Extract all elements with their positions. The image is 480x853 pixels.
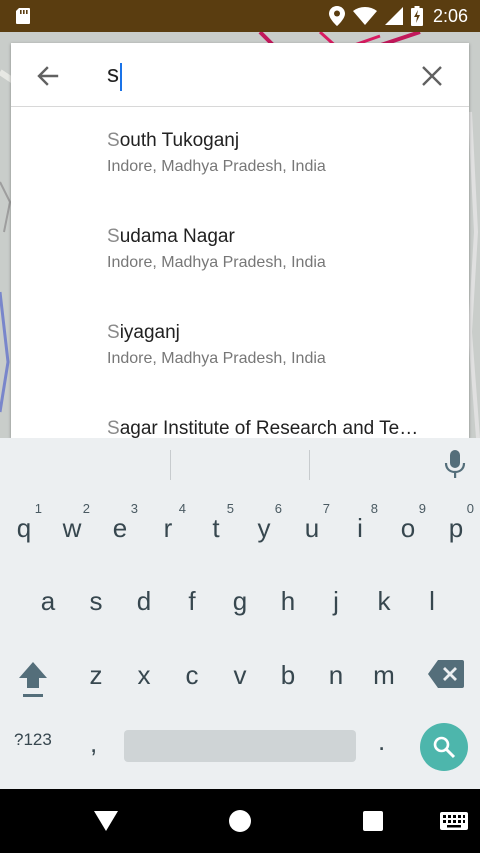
search-input[interactable] xyxy=(107,55,407,95)
key-j[interactable]: j xyxy=(312,571,360,631)
results-list: South Tukoganj Indore, Madhya Pradesh, I… xyxy=(11,108,469,438)
nav-recents-icon[interactable] xyxy=(363,811,383,831)
key-i[interactable]: i8 xyxy=(336,498,384,558)
result-title: South Tukoganj xyxy=(107,130,240,151)
search-action-button[interactable] xyxy=(420,723,468,771)
search-panel: South Tukoganj Indore, Madhya Pradesh, I… xyxy=(11,43,469,438)
key-w[interactable]: w2 xyxy=(48,498,96,558)
key-b[interactable]: b xyxy=(264,645,312,705)
result-title: Siyaganj xyxy=(107,322,180,343)
nav-home-icon[interactable] xyxy=(229,810,251,832)
location-icon xyxy=(328,6,345,26)
key-m[interactable]: m xyxy=(360,645,408,705)
key-z[interactable]: z xyxy=(72,645,120,705)
key-h[interactable]: h xyxy=(264,571,312,631)
keyboard-switch-icon[interactable] xyxy=(440,812,468,830)
key-l[interactable]: l xyxy=(408,571,456,631)
keyboard-row-2: a s d f g h j k l xyxy=(0,571,480,631)
result-title: Sudama Nagar xyxy=(107,226,235,247)
suggestion-divider xyxy=(170,450,171,480)
sd-card-icon xyxy=(16,8,30,24)
battery-charging-icon xyxy=(410,6,423,26)
key-n[interactable]: n xyxy=(312,645,360,705)
navigation-bar xyxy=(0,789,480,853)
key-o[interactable]: o9 xyxy=(384,498,432,558)
space-bar[interactable] xyxy=(124,730,356,762)
period-key[interactable]: . xyxy=(378,726,385,757)
comma-key[interactable]: , xyxy=(90,728,97,759)
result-item[interactable]: South Tukoganj Indore, Madhya Pradesh, I… xyxy=(11,108,469,204)
result-item[interactable]: Sagar Institute of Research and Te… xyxy=(11,396,469,438)
key-u[interactable]: u7 xyxy=(288,498,336,558)
result-subtitle: Indore, Madhya Pradesh, India xyxy=(107,254,326,271)
status-time: 2:06 xyxy=(432,5,468,26)
search-header xyxy=(11,43,469,107)
key-k[interactable]: k xyxy=(360,571,408,631)
text-cursor xyxy=(120,63,122,91)
symbols-key[interactable]: ?123 xyxy=(14,730,52,750)
key-q[interactable]: q1 xyxy=(0,498,48,558)
backspace-icon[interactable] xyxy=(428,660,464,688)
wifi-icon xyxy=(352,7,377,25)
nav-back-icon[interactable] xyxy=(94,811,118,831)
key-r[interactable]: r4 xyxy=(144,498,192,558)
keyboard-row-1: q1 w2 e3 r4 t5 y6 u7 i8 o9 p0 xyxy=(0,498,480,558)
result-title: Sagar Institute of Research and Te… xyxy=(107,418,419,438)
signal-icon xyxy=(384,7,403,25)
result-subtitle: Indore, Madhya Pradesh, India xyxy=(107,350,326,367)
microphone-icon[interactable] xyxy=(444,450,466,480)
key-v[interactable]: v xyxy=(216,645,264,705)
status-bar: 2:06 xyxy=(0,0,480,32)
key-a[interactable]: a xyxy=(24,571,72,631)
key-y[interactable]: y6 xyxy=(240,498,288,558)
key-d[interactable]: d xyxy=(120,571,168,631)
key-t[interactable]: t5 xyxy=(192,498,240,558)
close-icon[interactable] xyxy=(419,63,445,89)
arrow-left-icon[interactable] xyxy=(33,61,63,91)
keyboard-row-3: z x c v b n m xyxy=(0,645,480,705)
search-icon xyxy=(433,736,456,759)
key-s[interactable]: s xyxy=(72,571,120,631)
key-f[interactable]: f xyxy=(168,571,216,631)
key-p[interactable]: p0 xyxy=(432,498,480,558)
key-g[interactable]: g xyxy=(216,571,264,631)
suggestion-strip xyxy=(0,438,480,490)
suggestion-divider xyxy=(309,450,310,480)
result-item[interactable]: Siyaganj Indore, Madhya Pradesh, India xyxy=(11,300,469,396)
result-subtitle: Indore, Madhya Pradesh, India xyxy=(107,158,326,175)
key-x[interactable]: x xyxy=(120,645,168,705)
result-item[interactable]: Sudama Nagar Indore, Madhya Pradesh, Ind… xyxy=(11,204,469,300)
key-c[interactable]: c xyxy=(168,645,216,705)
key-e[interactable]: e3 xyxy=(96,498,144,558)
soft-keyboard: q1 w2 e3 r4 t5 y6 u7 i8 o9 p0 a s d f g … xyxy=(0,438,480,789)
